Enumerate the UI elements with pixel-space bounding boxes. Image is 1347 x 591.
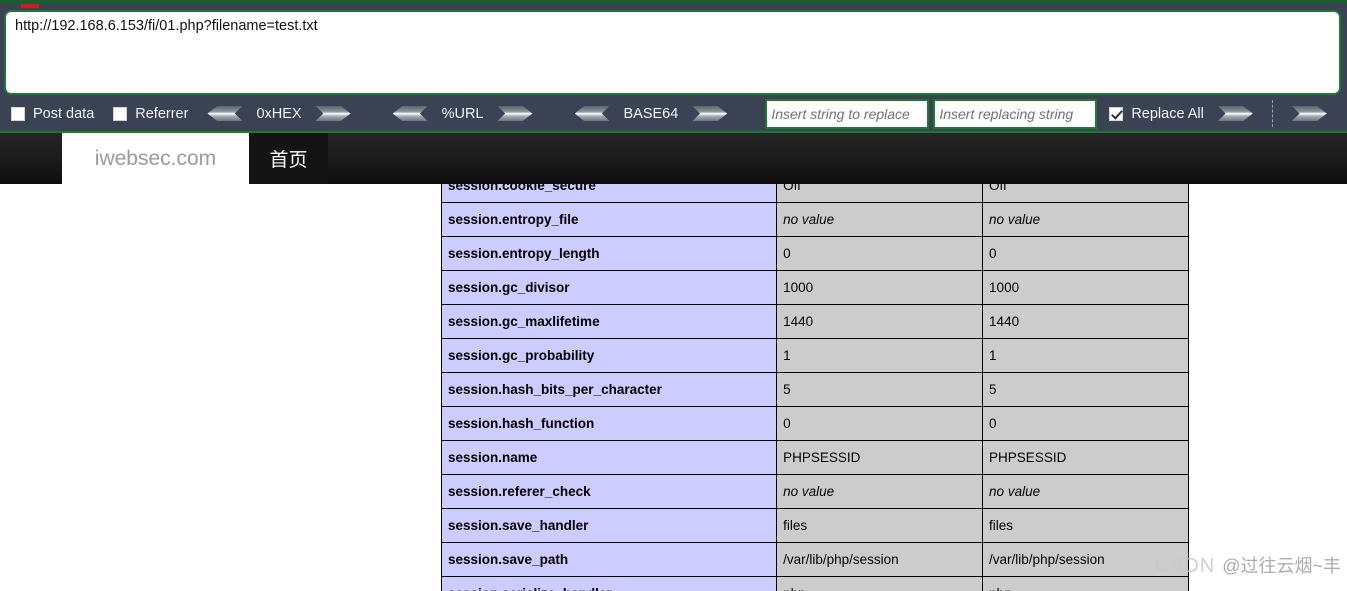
master-value: no value (982, 474, 1189, 509)
checkbox-box-replace-all (1109, 106, 1124, 121)
master-value: 5 (982, 372, 1189, 407)
master-value: 1000 (982, 270, 1189, 305)
base64-group-label: BASE64 (623, 105, 679, 122)
request-url-panel: http://192.168.6.153/fi/01.php?filename=… (0, 0, 1347, 96)
referrer-checkbox[interactable]: Referrer (113, 96, 188, 131)
table-row: session.entropy_length 0 0 (440, 236, 1189, 271)
master-value: no value (982, 202, 1189, 237)
master-value: 1440 (982, 304, 1189, 339)
directive-name: session.save_path (440, 542, 778, 577)
table-row: session.save_handler files files (440, 508, 1189, 543)
hex-decode-arrow-left-icon[interactable] (207, 106, 243, 121)
table-row: session.gc_divisor 1000 1000 (440, 270, 1189, 305)
local-value: 0 (776, 236, 984, 271)
local-value: 0 (776, 406, 984, 441)
master-value: Off (982, 184, 1189, 203)
directive-name: session.save_handler (440, 508, 778, 543)
local-value: php (776, 576, 984, 591)
directive-name: session.gc_probability (440, 338, 778, 373)
checkbox-box-post-data (11, 106, 25, 121)
master-value: 0 (982, 236, 1189, 271)
replace-apply-arrow-icon[interactable] (1217, 106, 1253, 121)
referrer-label: Referrer (135, 105, 189, 122)
url-group-label: %URL (441, 105, 484, 122)
url-textarea[interactable]: http://192.168.6.153/fi/01.php?filename=… (4, 10, 1341, 95)
directive-name: session.cookie_secure (440, 184, 778, 203)
local-value: Off (776, 184, 984, 203)
hex-encode-arrow-right-icon[interactable] (315, 106, 351, 121)
directive-name: session.hash_bits_per_character (440, 372, 778, 407)
directive-name: session.name (440, 440, 778, 475)
master-value: php (982, 576, 1189, 591)
directive-name: session.entropy_length (440, 236, 778, 271)
post-data-checkbox[interactable]: Post data (11, 96, 94, 131)
table-row: session.gc_maxlifetime 1440 1440 (440, 304, 1189, 339)
master-value: 1 (982, 338, 1189, 373)
local-value: PHPSESSID (776, 440, 984, 475)
table-row: session.serialize_handlerphpphp (440, 576, 1189, 591)
local-value: 5 (776, 372, 984, 407)
watermark-brand: CSDN (1154, 555, 1216, 577)
table-row: session.save_path/var/lib/php/session/va… (440, 542, 1189, 577)
directive-name: session.gc_maxlifetime (440, 304, 778, 339)
local-value: no value (776, 474, 984, 509)
toolbar-separator (1271, 100, 1273, 127)
table-row: session.hash_function 0 0 (440, 406, 1189, 441)
directive-name: session.serialize_handler (440, 576, 778, 591)
search-string-input[interactable] (765, 98, 930, 129)
phpinfo-page: session.cookie_secure Off Off session.entro… (0, 184, 1347, 591)
post-data-label: Post data (33, 105, 95, 122)
hex-group-label: 0xHEX (256, 105, 302, 122)
local-value: no value (776, 202, 984, 237)
table-row: session.cookie_secure Off Off (440, 184, 1189, 203)
local-value: 1000 (776, 270, 984, 305)
replace-all-checkbox[interactable]: Replace All (1109, 96, 1204, 131)
local-value: files (776, 508, 984, 543)
base64-decode-arrow-left-icon[interactable] (574, 106, 610, 121)
url-encode-arrow-right-icon[interactable] (497, 106, 533, 121)
site-brand[interactable]: iwebsec.com (62, 133, 249, 184)
directive-name: session.referer_check (440, 474, 778, 509)
local-value: /var/lib/php/session (776, 542, 984, 577)
nav-item-home[interactable]: 首页 (249, 133, 328, 184)
table-row: session.gc_probability 1 1 (440, 338, 1189, 373)
replace-string-input[interactable] (933, 98, 1098, 129)
master-value: files (982, 508, 1189, 543)
table-row: session.referer_check no value no value (440, 474, 1189, 509)
phpinfo-session-table: session.cookie_secure Off Off session.entro… (440, 184, 1189, 591)
directive-name: session.hash_function (440, 406, 778, 441)
master-value: 0 (982, 406, 1189, 441)
send-request-arrow-icon[interactable] (1291, 106, 1327, 121)
local-value: 1 (776, 338, 984, 373)
directive-name: session.entropy_file (440, 202, 778, 237)
url-decode-arrow-left-icon[interactable] (392, 106, 428, 121)
watermark-user: @过往云烟~丰 (1222, 556, 1341, 576)
url-text: http://192.168.6.153/fi/01.php?filename=… (15, 18, 318, 34)
table-row: session.name PHPSESSID PHPSESSID (440, 440, 1189, 475)
encoding-toolbar: Post data Referrer 0xHEX %URL BASE64 Rep… (0, 96, 1347, 133)
checkbox-box-referrer (113, 106, 128, 121)
directive-name: session.gc_divisor (440, 270, 778, 305)
replace-all-label: Replace All (1131, 105, 1204, 122)
local-value: 1440 (776, 304, 984, 339)
base64-encode-arrow-right-icon[interactable] (692, 106, 728, 121)
red-position-marker (21, 4, 39, 8)
table-row: session.hash_bits_per_character 5 5 (440, 372, 1189, 407)
csdn-watermark: CSDN @过往云烟~丰 (1155, 552, 1341, 578)
table-row: session.entropy_file no value no value (440, 202, 1189, 237)
site-navbar: iwebsec.com 首页 (0, 133, 1347, 184)
master-value: PHPSESSID (982, 440, 1189, 475)
app-root: http://192.168.6.153/fi/01.php?filename=… (0, 0, 1347, 591)
